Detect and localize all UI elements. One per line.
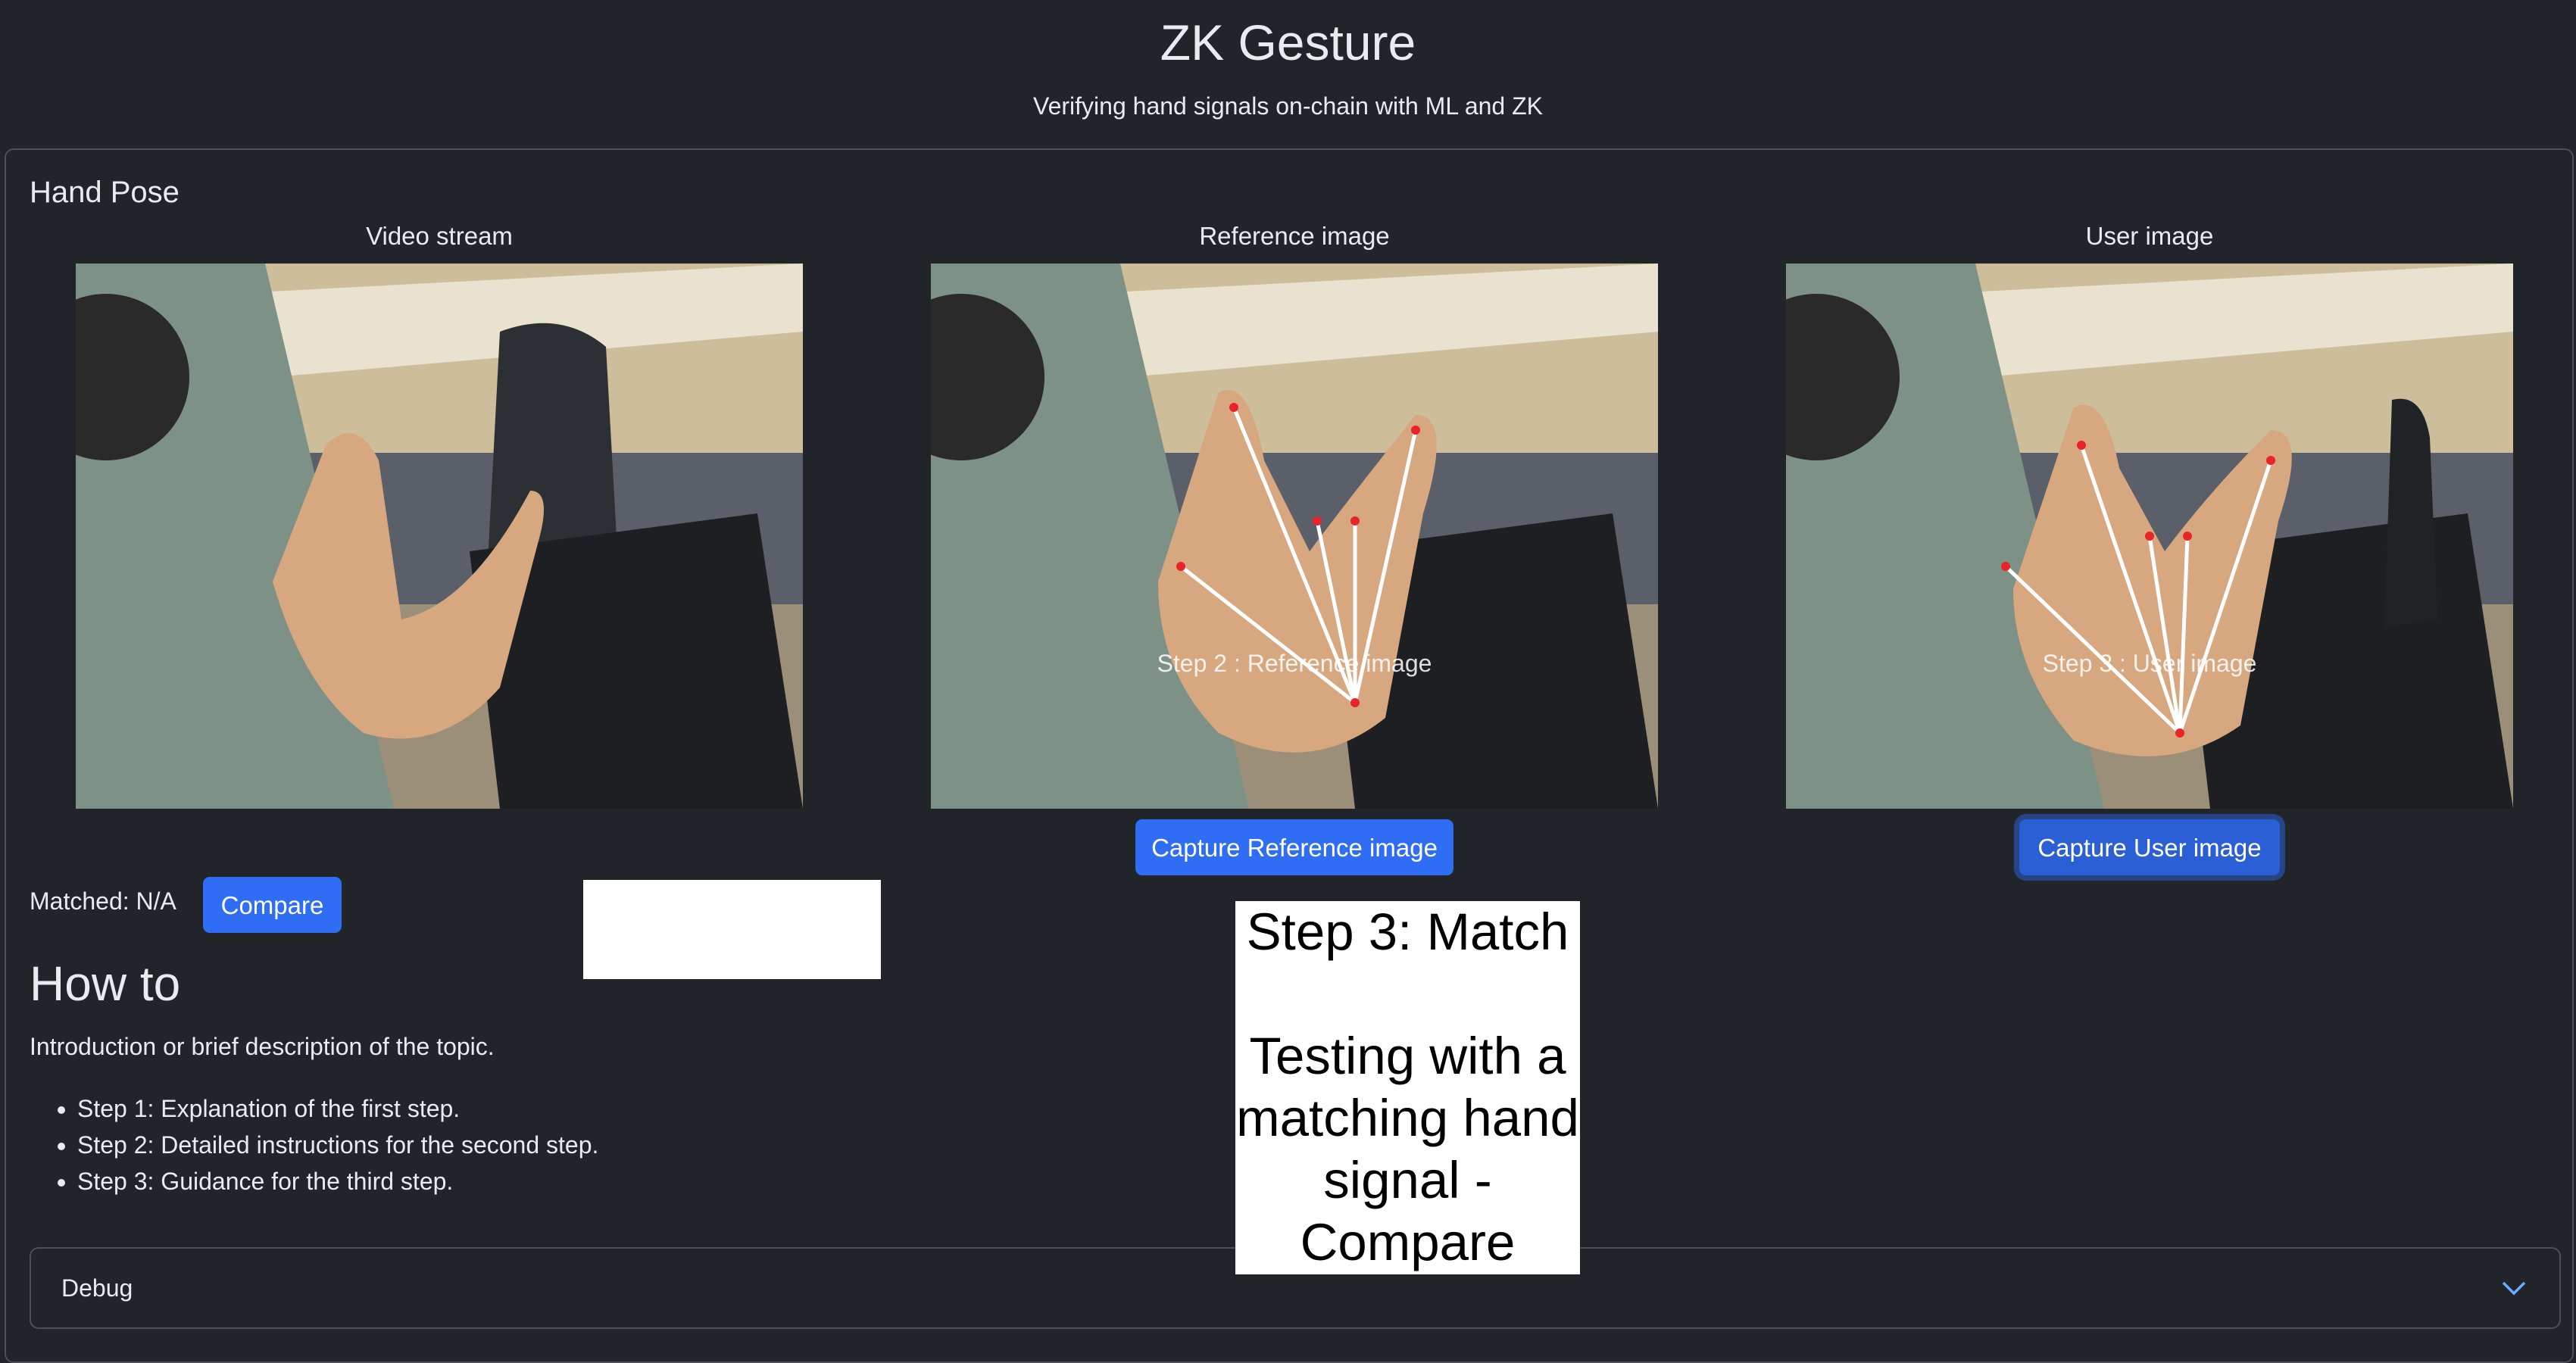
compare-button[interactable]: Compare bbox=[203, 877, 342, 933]
step-caption: Step 3: Match Testing with a matching ha… bbox=[1235, 901, 1580, 1274]
user-image-frame: Step 3 : User image bbox=[1786, 264, 2513, 809]
reference-image-frame: Step 2 : Reference image bbox=[931, 264, 1658, 809]
capture-reference-button[interactable]: Capture Reference image bbox=[1135, 819, 1453, 875]
card-title: Hand Pose bbox=[30, 176, 180, 209]
howto-intro: Introduction or brief description of the… bbox=[30, 1033, 495, 1060]
howto-step: Step 3: Guidance for the third step. bbox=[77, 1163, 598, 1199]
howto-step: Step 2: Detailed instructions for the se… bbox=[77, 1127, 598, 1163]
user-image-overlay: Step 3 : User image bbox=[2042, 650, 2257, 677]
result-box bbox=[583, 880, 881, 979]
reference-image-title: Reference image bbox=[1199, 222, 1390, 250]
chevron-down-icon[interactable] bbox=[2499, 1273, 2529, 1307]
howto-title: How to bbox=[30, 956, 181, 1011]
debug-label: Debug bbox=[61, 1274, 133, 1302]
user-image-title: User image bbox=[2085, 222, 2214, 250]
video-stream-frame bbox=[76, 264, 803, 809]
capture-user-button[interactable]: Capture User image bbox=[2019, 819, 2280, 875]
matched-status: Matched: N/A bbox=[30, 887, 176, 915]
page-title: ZK Gesture bbox=[1160, 14, 1416, 70]
howto-steps: Step 1: Explanation of the first step. S… bbox=[45, 1090, 598, 1199]
video-stream-title: Video stream bbox=[366, 222, 513, 250]
page-subtitle: Verifying hand signals on-chain with ML … bbox=[1033, 92, 1543, 120]
reference-image-overlay: Step 2 : Reference image bbox=[1157, 650, 1432, 677]
howto-step: Step 1: Explanation of the first step. bbox=[77, 1090, 598, 1127]
